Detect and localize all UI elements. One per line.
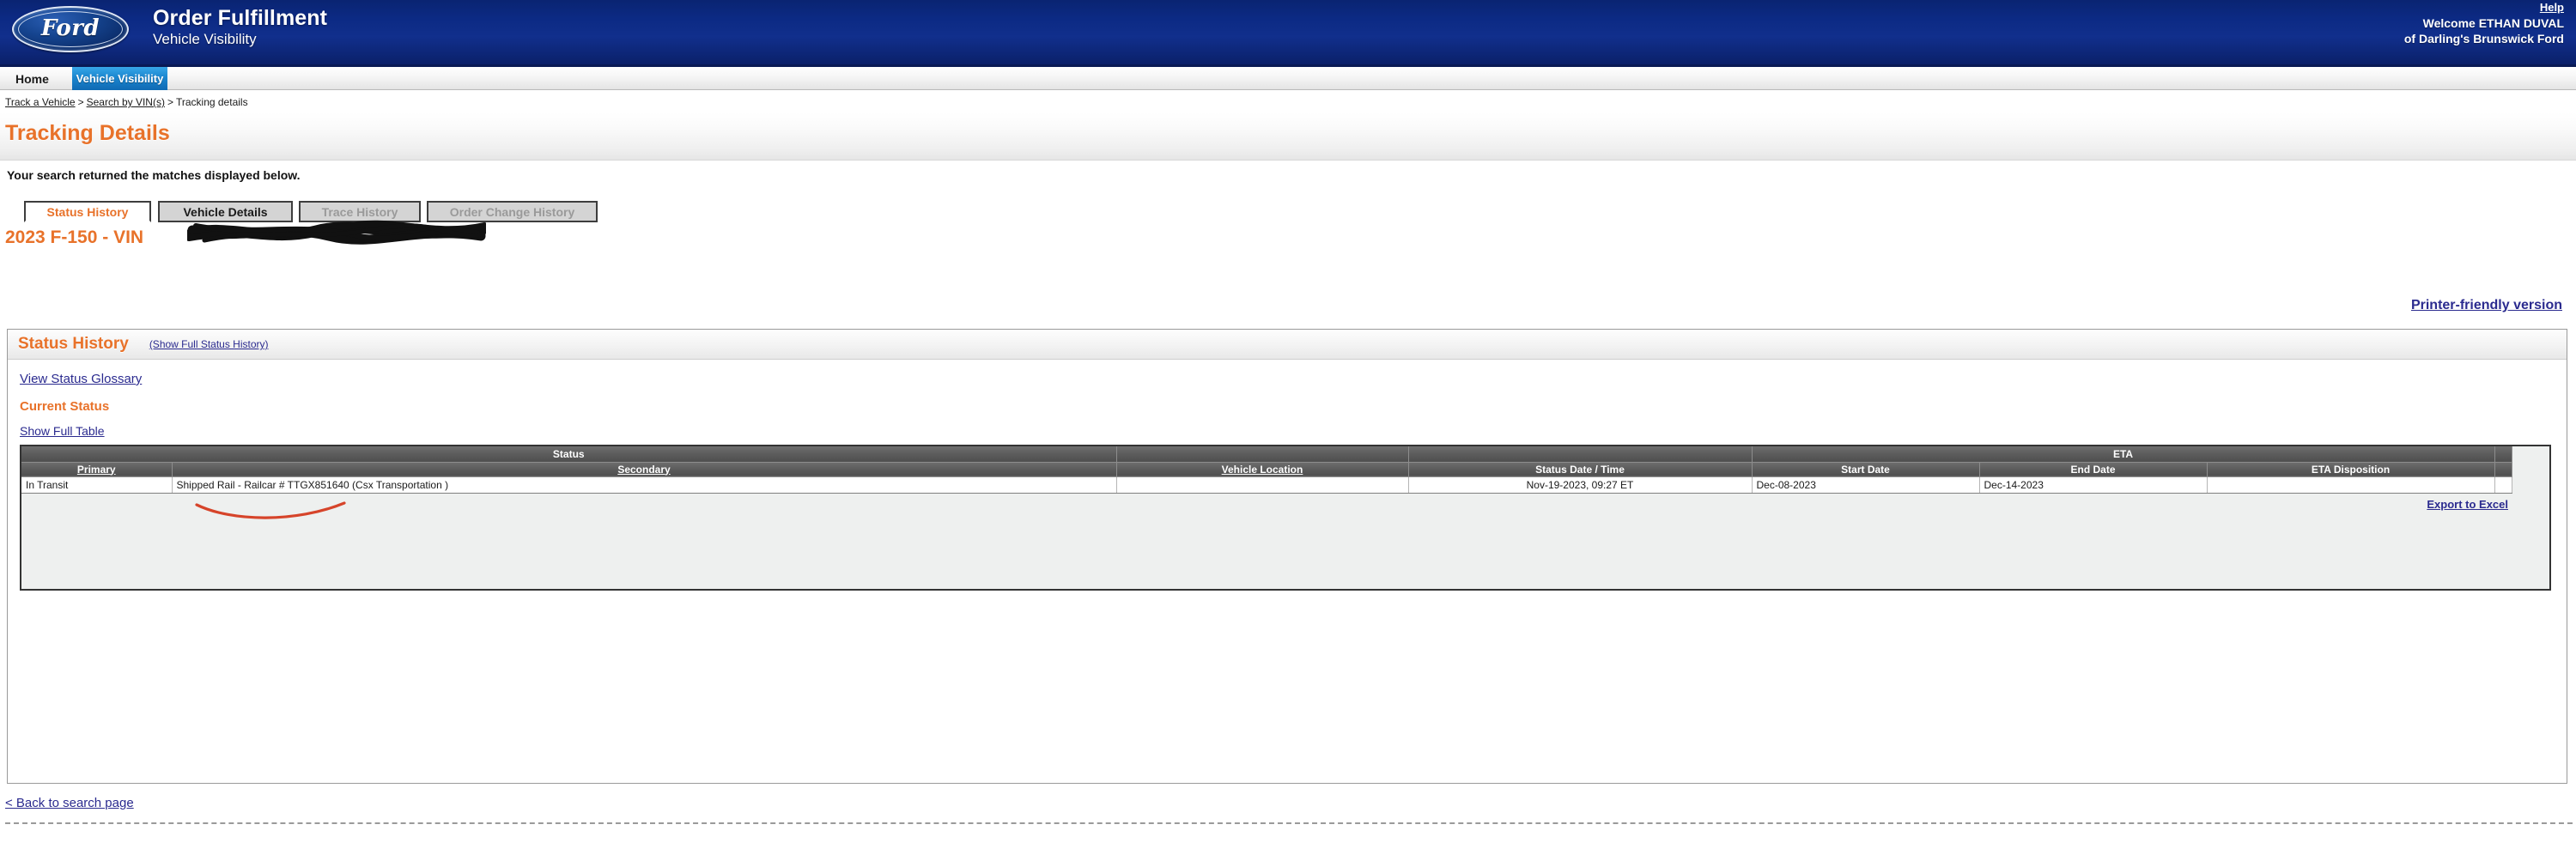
printer-friendly-link[interactable]: Printer-friendly version [2411,298,2562,312]
footer-divider [5,822,2576,824]
group-header-blank-location [1116,446,1409,463]
main-navigation: Home Vehicle Visibility [0,67,2576,90]
cell-primary-status: In Transit [21,476,173,494]
panel-body: View Status Glossary Current Status Show… [8,360,2567,591]
status-history-table: Status ETA Primary Secondary Vehicle Loc… [21,446,2512,494]
breadcrumb-item-tracking-details: Tracking details [175,96,248,108]
back-to-search-page-link[interactable]: < Back to search page [5,796,134,810]
status-history-panel: Status History (Show Full Status History… [7,329,2567,784]
page-title: Tracking Details [5,121,170,145]
panel-header: Status History (Show Full Status History… [8,330,2567,360]
sort-primary[interactable]: Primary [77,464,116,476]
help-link[interactable]: Help [2540,1,2564,14]
panel-title: Status History [18,335,129,353]
column-header-status-date-time: Status Date / Time [1408,462,1753,477]
vehicle-heading-text: 2023 F-150 - VIN [5,227,144,247]
ford-logo-text: Ford [40,15,100,41]
page-subtitle: Your search returned the matches display… [7,168,301,182]
current-status-label: Current Status [20,399,110,414]
column-header-spacer [2494,462,2512,477]
tab-order-change-history: Order Change History [427,201,598,222]
tab-vehicle-details[interactable]: Vehicle Details [158,201,293,222]
table-group-header-row: Status ETA [21,446,2512,463]
column-header-vehicle-location[interactable]: Vehicle Location [1116,462,1409,477]
breadcrumb: Track a Vehicle > Search by VIN(s) > Trackin… [0,90,2576,112]
welcome-dealer: of Darling's Brunswick Ford [2403,32,2564,45]
welcome-user: Welcome ETHAN DUVAL [2422,16,2564,30]
app-subtitle: Vehicle Visibility [153,31,257,47]
nav-item-home[interactable]: Home [5,67,59,90]
page-footer: < Back to search page [0,784,2576,824]
column-header-secondary[interactable]: Secondary [172,462,1117,477]
column-header-primary[interactable]: Primary [21,462,173,477]
group-header-blank-status-date [1408,446,1753,463]
page-title-band: Tracking Details [0,112,2576,161]
breadcrumb-item-search-by-vin[interactable]: Search by VIN(s) [87,96,165,108]
cell-status-date-time: Nov-19-2023, 09:27 ET [1408,476,1753,494]
export-to-excel-link[interactable]: Export to Excel [2427,498,2508,511]
header-right: Help Welcome ETHAN DUVAL of Darling's Br… [2404,0,2564,46]
column-header-eta-disposition: ETA Disposition [2207,462,2495,477]
breadcrumb-separator: > [167,96,173,108]
printer-friendly-row: Printer-friendly version [0,253,2576,329]
export-row: Export to Excel [21,493,2549,512]
table-row: In Transit Shipped Rail - Railcar # TTGX… [21,476,2512,494]
ford-logo: Ford [12,6,129,54]
sort-vehicle-location[interactable]: Vehicle Location [1222,464,1303,476]
cell-eta-start-date: Dec-08-2023 [1752,476,1980,494]
cell-secondary-status: Shipped Rail - Railcar # TTGX851640 (Csx… [172,476,1117,494]
cell-spacer [2494,476,2512,494]
column-header-eta-end-date: End Date [1979,462,2208,477]
app-title: Order Fulfillment [153,6,328,30]
group-header-status: Status [21,446,1117,463]
cell-eta-disposition [2207,476,2495,494]
table-column-header-row: Primary Secondary Vehicle Location Statu… [21,462,2512,477]
show-full-table-link[interactable]: Show Full Table [20,424,105,438]
group-header-eta: ETA [1752,446,2495,463]
show-full-status-history-link[interactable]: (Show Full Status History) [149,338,269,350]
app-title-block: Order Fulfillment Vehicle Visibility [153,6,327,48]
breadcrumb-separator: > [77,96,84,108]
view-status-glossary-link[interactable]: View Status Glossary [20,372,142,386]
cell-eta-end-date: Dec-14-2023 [1979,476,2208,494]
sort-secondary[interactable]: Secondary [617,464,670,476]
breadcrumb-item-track-a-vehicle[interactable]: Track a Vehicle [5,96,76,108]
column-header-eta-start-date: Start Date [1752,462,1980,477]
tab-status-history[interactable]: Status History [24,201,151,222]
status-history-table-container: Status ETA Primary Secondary Vehicle Loc… [20,445,2551,591]
app-header: Ford Order Fulfillment Vehicle Visibilit… [0,0,2576,67]
cell-vehicle-location [1116,476,1409,494]
nav-item-vehicle-visibility[interactable]: Vehicle Visibility [72,67,167,90]
group-header-blank-spacer [2494,446,2512,463]
vehicle-heading: 2023 F-150 - VIN [5,220,2576,253]
tab-trace-history: Trace History [299,201,421,222]
detail-tabs: Status History Vehicle Details Trace His… [24,201,2576,222]
